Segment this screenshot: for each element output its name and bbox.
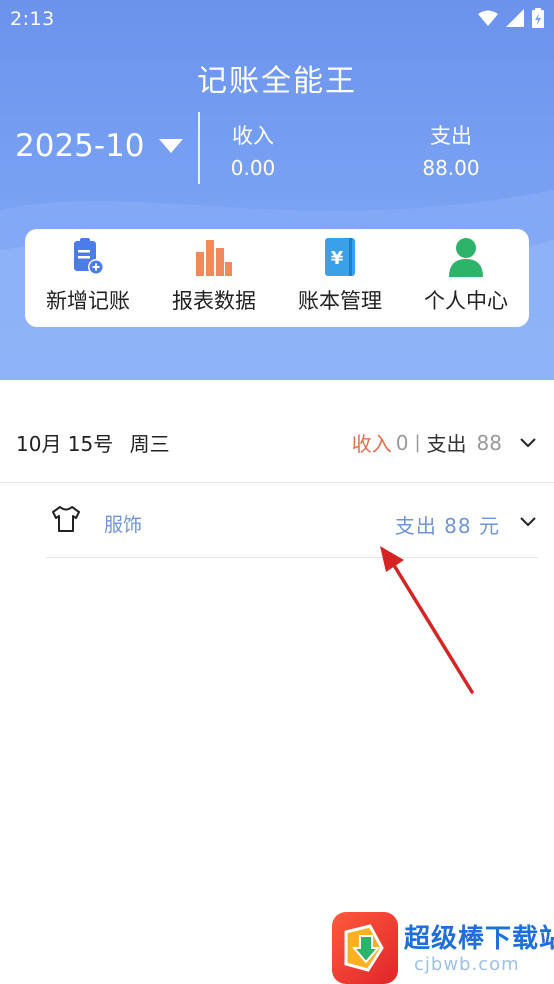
day-summary-separator: |	[414, 432, 421, 453]
expense-value: 88.00	[422, 156, 480, 180]
month-label: 2025-10	[15, 128, 145, 164]
ledger-book-icon: ¥	[320, 237, 360, 277]
chevron-down-icon[interactable]	[520, 512, 536, 531]
signal-icon	[506, 9, 524, 27]
header-panel: 2:13 记账全能王 2025-10 收入 0.00 支出 88.00 新增记账…	[0, 0, 554, 380]
bar-chart-icon	[194, 237, 234, 277]
quick-action-reports[interactable]: 报表数据	[151, 229, 277, 327]
divider	[0, 482, 554, 483]
quick-action-label: 新增记账	[46, 289, 130, 313]
quick-action-label: 报表数据	[172, 289, 256, 313]
day-income-label: 收入	[351, 432, 392, 456]
app-title: 记账全能王	[197, 64, 357, 99]
day-expense-value: 88	[476, 430, 502, 455]
battery-icon	[532, 8, 544, 28]
quick-action-profile[interactable]: 个人中心	[403, 229, 529, 327]
day-expense-label: 支出	[426, 432, 467, 456]
entry-row[interactable]: 服饰 支出 88 元	[46, 500, 538, 544]
day-group-header[interactable]: 10月 15号 周三 收入 0 | 支出 88	[0, 410, 554, 470]
person-icon	[446, 237, 486, 277]
summary-divider	[198, 112, 200, 184]
quick-actions-card: 新增记账 报表数据 ¥ 账本管理 个人中心	[25, 229, 529, 327]
status-icons	[478, 8, 544, 28]
dropdown-triangle-icon	[158, 139, 183, 153]
income-summary: 收入 0.00	[222, 120, 284, 180]
status-time: 2:13	[10, 8, 55, 30]
day-weekday: 周三	[129, 432, 170, 456]
tshirt-icon	[51, 505, 81, 537]
chevron-down-icon[interactable]	[520, 437, 536, 448]
month-picker[interactable]: 2025-10	[15, 128, 183, 164]
day-date-text: 10月 15号	[16, 432, 114, 456]
watermark-name: 超级棒下载站	[404, 924, 554, 954]
status-bar: 2:13	[0, 0, 554, 38]
entry-amount: 支出 88 元	[394, 514, 500, 538]
income-label: 收入	[232, 124, 274, 148]
wifi-icon	[478, 10, 498, 26]
watermark-url: cjbwb.com	[414, 954, 520, 975]
add-document-icon	[68, 237, 108, 277]
entry-category: 服饰	[104, 514, 143, 536]
svg-text:¥: ¥	[331, 248, 344, 269]
quick-action-label: 账本管理	[298, 289, 382, 313]
day-summary: 收入 0 | 支出 88	[352, 428, 536, 457]
expense-label: 支出	[430, 124, 472, 148]
quick-action-ledger[interactable]: ¥ 账本管理	[277, 229, 403, 327]
day-income-value: 0	[395, 430, 409, 455]
divider	[46, 557, 538, 558]
quick-action-add-record[interactable]: 新增记账	[25, 229, 151, 327]
watermark: 超级棒下载站 cjbwb.com	[332, 912, 554, 984]
watermark-logo-icon	[332, 912, 398, 984]
day-date: 10月 15号 周三	[16, 428, 170, 457]
income-value: 0.00	[230, 156, 276, 180]
expense-summary: 支出 88.00	[410, 120, 492, 180]
quick-action-label: 个人中心	[424, 289, 508, 313]
